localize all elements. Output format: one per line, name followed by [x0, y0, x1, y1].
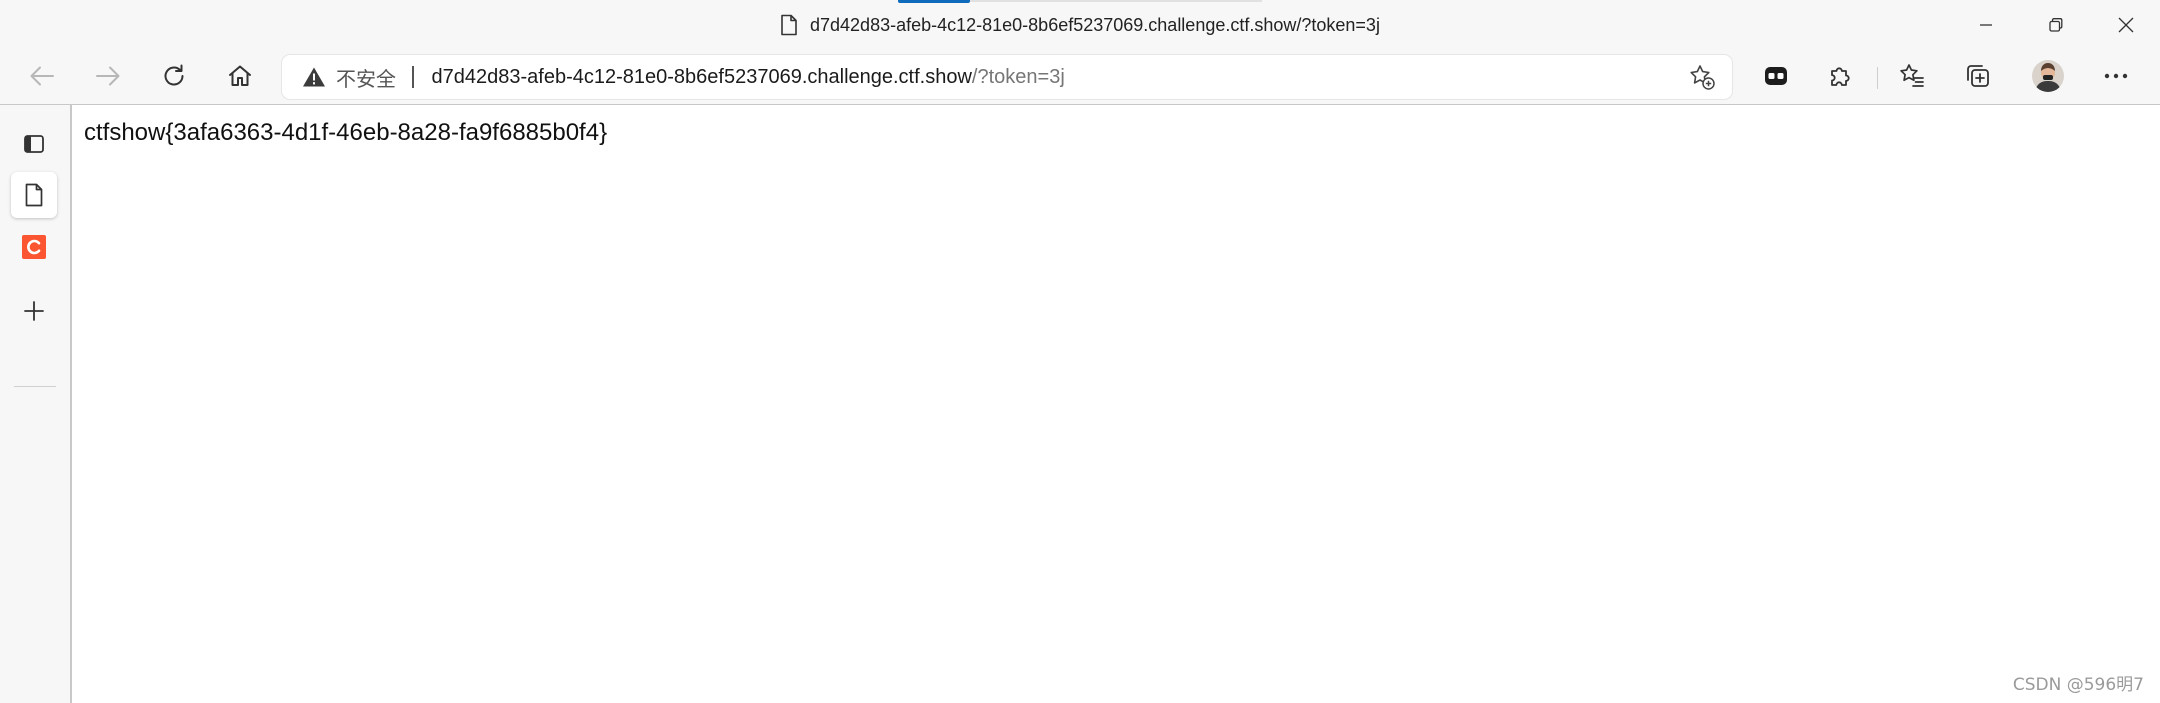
document-icon [780, 14, 798, 36]
browser-toolbar: 不安全 d7d42d83-afeb-4c12-81e0-8b6ef5237069… [0, 50, 2160, 102]
extensions-button[interactable] [1820, 56, 1860, 96]
back-arrow-icon [29, 65, 55, 87]
minimize-button[interactable] [1952, 0, 2020, 50]
window-title-area: d7d42d83-afeb-4c12-81e0-8b6ef5237069.cha… [780, 10, 1380, 40]
puzzle-icon [1826, 62, 1854, 90]
tab-strip-indicator [970, 0, 1262, 2]
new-tab-button[interactable] [11, 288, 57, 334]
refresh-icon [161, 63, 187, 89]
address-divider [412, 66, 414, 88]
minimize-icon [1978, 17, 1994, 33]
csdn-watermark: CSDN @596明7 [2012, 675, 2144, 695]
window-title: d7d42d83-afeb-4c12-81e0-8b6ef5237069.cha… [810, 14, 1380, 35]
page-icon [24, 183, 44, 207]
collections-icon [1964, 62, 1992, 90]
url-host[interactable]: d7d42d83-afeb-4c12-81e0-8b6ef5237069.cha… [432, 66, 972, 89]
url-path[interactable]: /?token=3j [972, 66, 1065, 89]
title-bar: d7d42d83-afeb-4c12-81e0-8b6ef5237069.cha… [0, 0, 2160, 50]
profile-extension-icon [1762, 62, 1790, 90]
favorites-list-icon [1898, 62, 1926, 90]
address-bar[interactable]: 不安全 d7d42d83-afeb-4c12-81e0-8b6ef5237069… [282, 55, 1732, 99]
csdn-c-icon [22, 235, 46, 259]
refresh-button[interactable] [154, 56, 194, 96]
sidebar-tab-current[interactable] [11, 172, 57, 218]
add-favorite-button[interactable] [1686, 61, 1718, 93]
sidebar-tab-csdn[interactable] [11, 224, 57, 270]
home-button[interactable] [220, 56, 260, 96]
restore-icon [2048, 17, 2064, 33]
page-viewport: ctfshow{3afa6363-4d1f-46eb-8a28-fa9f6885… [72, 105, 2160, 703]
tab-actions-icon [22, 132, 46, 156]
security-status[interactable]: 不安全 [336, 63, 396, 92]
active-tab-indicator[interactable] [898, 0, 970, 3]
favorites-button[interactable] [1892, 56, 1932, 96]
forward-arrow-icon [95, 65, 121, 87]
restore-button[interactable] [2022, 0, 2090, 50]
close-window-button[interactable] [2092, 0, 2160, 50]
toolbar-divider [1877, 67, 1878, 89]
star-add-icon [1688, 63, 1716, 91]
warning-icon[interactable] [302, 66, 326, 88]
avatar [2031, 59, 2065, 93]
tab-actions-menu-button[interactable] [11, 121, 57, 167]
ellipsis-icon [2103, 72, 2129, 80]
close-icon [2117, 16, 2135, 34]
home-icon [227, 63, 253, 89]
more-menu-button[interactable] [2096, 56, 2136, 96]
back-button[interactable] [22, 56, 62, 96]
add-icon [22, 299, 46, 323]
vertical-tab-sidebar [0, 105, 70, 703]
page-text-flag: ctfshow{3afa6363-4d1f-46eb-8a28-fa9f6885… [84, 119, 608, 146]
profile-button[interactable] [2028, 56, 2068, 96]
tab-actions-button[interactable] [1756, 56, 1796, 96]
collections-button[interactable] [1958, 56, 1998, 96]
sidebar-divider [14, 386, 56, 387]
forward-button[interactable] [88, 56, 128, 96]
